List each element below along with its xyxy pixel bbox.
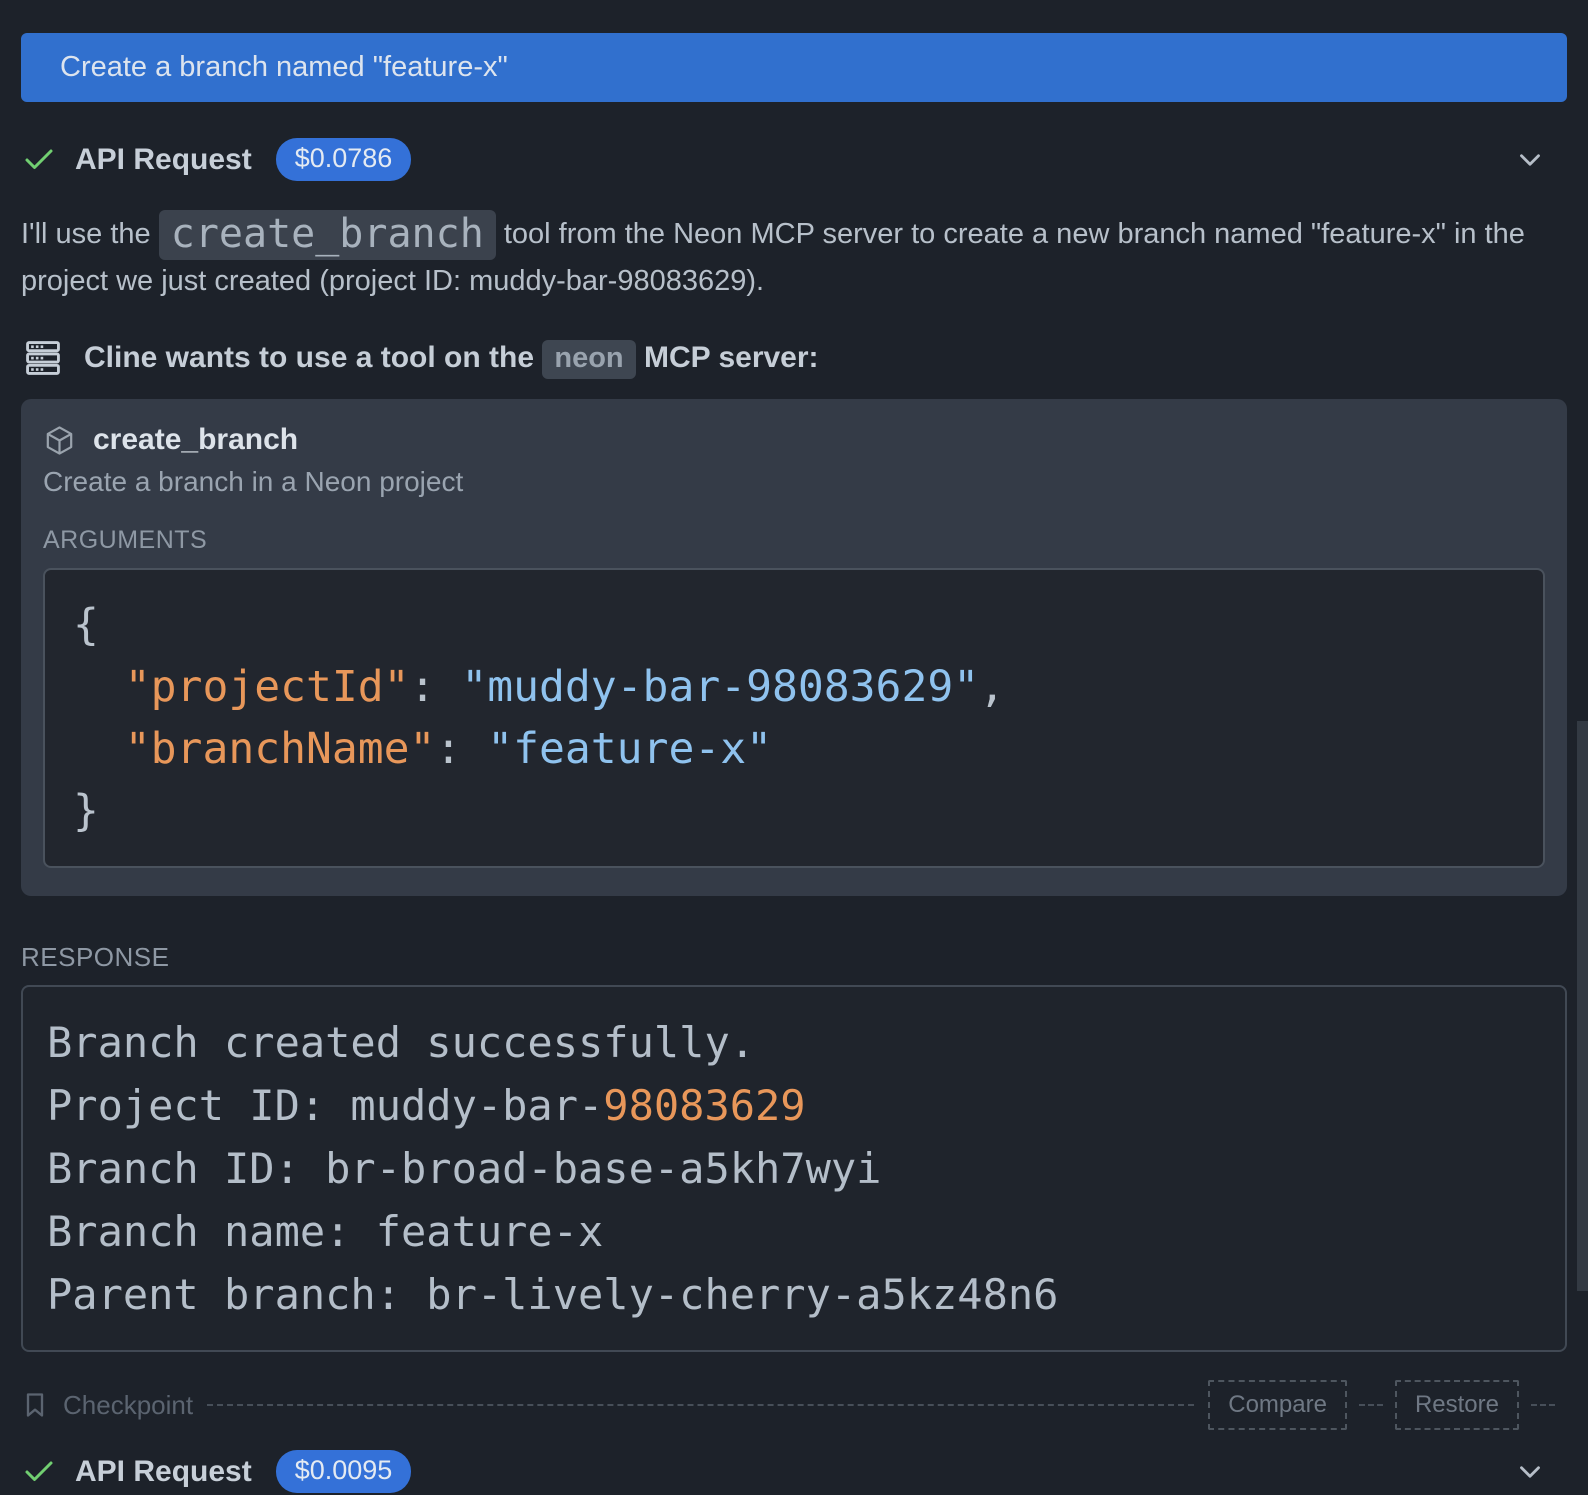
arguments-code-block: { "projectId": "muddy-bar-98083629", "br… bbox=[43, 568, 1545, 868]
tool-use-heading: Cline wants to use a tool on the neon MC… bbox=[21, 339, 1567, 377]
assistant-message: I'll use the create_branch tool from the… bbox=[21, 211, 1567, 305]
api-request-label: API Request bbox=[75, 143, 252, 177]
chevron-down-icon[interactable] bbox=[1513, 143, 1547, 177]
project-number-highlight: 98083629 bbox=[603, 1081, 805, 1130]
checkpoint-label: Checkpoint bbox=[63, 1390, 193, 1421]
success-check-icon bbox=[21, 142, 57, 178]
mcp-server-icon bbox=[24, 339, 62, 377]
restore-button[interactable]: Restore bbox=[1395, 1380, 1519, 1430]
code-line: { bbox=[73, 594, 1515, 656]
response-line: Branch ID: br-broad-base-a5kh7wyi bbox=[47, 1137, 1541, 1200]
checkpoint-row: Checkpoint Compare Restore bbox=[21, 1380, 1567, 1430]
response-line: Parent branch: br-lively-cherry-a5kz48n6 bbox=[47, 1263, 1541, 1326]
api-request-header-1[interactable]: API Request $0.0786 bbox=[21, 138, 1567, 181]
checkpoint-divider-small bbox=[1531, 1404, 1555, 1406]
code-line: } bbox=[73, 780, 1515, 842]
response-output: Branch created successfully.Project ID: … bbox=[21, 985, 1567, 1352]
api-cost-badge: $0.0095 bbox=[276, 1450, 412, 1493]
response-label: RESPONSE bbox=[21, 942, 1567, 973]
chevron-down-icon[interactable] bbox=[1513, 1455, 1547, 1489]
response-line: Branch created successfully. bbox=[47, 1011, 1541, 1074]
checkpoint-divider bbox=[207, 1404, 1194, 1406]
user-message-text: Create a branch named "feature-x" bbox=[60, 51, 508, 84]
tool-card: create_branch Create a branch in a Neon … bbox=[21, 399, 1567, 896]
response-line: Project ID: muddy-bar-98083629 bbox=[47, 1074, 1541, 1137]
response-line: Branch name: feature-x bbox=[47, 1200, 1541, 1263]
json-value: "feature-x" bbox=[487, 724, 772, 774]
arguments-label: ARGUMENTS bbox=[43, 526, 1545, 555]
inline-code-chip: create_branch bbox=[159, 210, 496, 260]
intro-text-before: I'll use the bbox=[21, 218, 159, 250]
api-request-header-2[interactable]: API Request $0.0095 bbox=[21, 1450, 1567, 1493]
api-cost-badge: $0.0786 bbox=[276, 138, 412, 181]
code-line: "projectId": "muddy-bar-98083629", bbox=[73, 656, 1515, 718]
bookmark-icon bbox=[21, 1391, 49, 1419]
json-key: "projectId" bbox=[125, 662, 410, 712]
user-message[interactable]: Create a branch named "feature-x" bbox=[21, 33, 1567, 102]
server-name-chip: neon bbox=[542, 340, 635, 379]
checkpoint-divider-small bbox=[1359, 1404, 1383, 1406]
code-line: "branchName": "feature-x" bbox=[73, 718, 1515, 780]
scrollbar-thumb[interactable] bbox=[1577, 721, 1588, 1291]
tool-name: create_branch bbox=[93, 423, 298, 457]
chat-view: Create a branch named "feature-x" API Re… bbox=[0, 33, 1588, 1493]
json-value: "muddy-bar-98083629" bbox=[461, 662, 979, 712]
api-request-label: API Request bbox=[75, 1455, 252, 1489]
compare-button[interactable]: Compare bbox=[1208, 1380, 1347, 1430]
success-check-icon bbox=[21, 1454, 57, 1490]
tool-cube-icon bbox=[43, 424, 76, 457]
tool-heading-text: Cline wants to use a tool on the neon MC… bbox=[84, 341, 819, 375]
tool-description: Create a branch in a Neon project bbox=[43, 466, 1545, 498]
json-key: "branchName" bbox=[125, 724, 436, 774]
tool-card-title-row: create_branch bbox=[43, 423, 1545, 457]
